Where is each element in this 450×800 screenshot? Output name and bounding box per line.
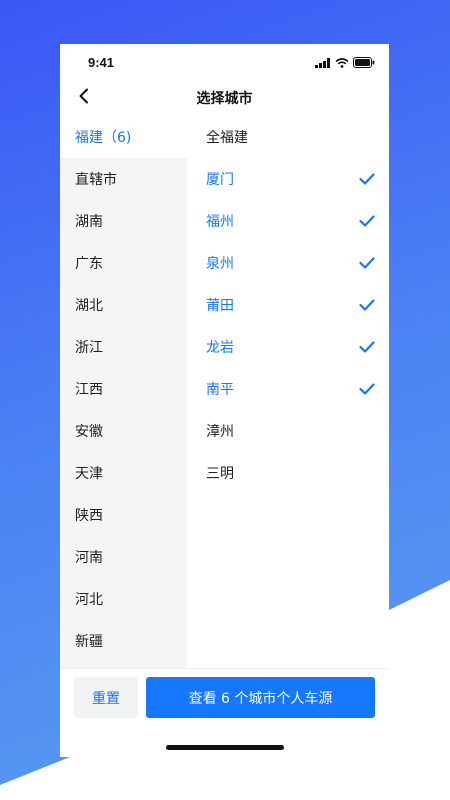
city-label: 漳州: [206, 424, 234, 440]
home-indicator: [166, 745, 284, 750]
city-label: 莆田: [206, 298, 234, 314]
back-button[interactable]: [72, 86, 96, 110]
check-icon: [359, 340, 377, 354]
city-label: 泉州: [206, 256, 234, 272]
status-time: 9:41: [88, 54, 115, 70]
province-label: 湖北: [75, 298, 103, 314]
province-item[interactable]: 陕西: [60, 494, 187, 536]
city-label: 福州: [206, 214, 234, 230]
status-icons: [315, 53, 375, 72]
chevron-left-icon: [78, 88, 90, 108]
city-label: 三明: [206, 466, 234, 482]
province-label: 新疆: [75, 634, 103, 650]
province-item[interactable]: 福建（6): [60, 116, 187, 158]
province-label: 陕西: [75, 508, 103, 524]
city-item[interactable]: 莆田: [187, 284, 389, 326]
cellular-signal-icon: [315, 53, 331, 72]
province-label: 河南: [75, 550, 103, 566]
city-label: 南平: [206, 382, 234, 398]
city-item[interactable]: 三明: [187, 452, 389, 494]
province-item[interactable]: 广东: [60, 242, 187, 284]
city-label: 龙岩: [206, 340, 234, 356]
nav-bar: 选择城市: [60, 80, 389, 116]
province-label: 直辖市: [75, 172, 117, 188]
check-icon: [359, 256, 377, 270]
province-label: 河北: [75, 592, 103, 608]
province-list: 福建（6) 直辖市湖南广东湖北浙江江西安徽天津陕西河南河北新疆: [60, 116, 187, 668]
province-item[interactable]: 新疆: [60, 620, 187, 662]
province-label: 福建（6): [75, 130, 132, 146]
view-cars-button[interactable]: 查看 6 个城市个人车源: [146, 677, 375, 718]
province-label: 天津: [75, 466, 103, 482]
city-item[interactable]: 南平: [187, 368, 389, 410]
phone-screen: 9:41 选择城市 福建（6) 直辖市 湖南 广东 湖北 浙江 江西 安徽 天津…: [60, 44, 389, 757]
city-list: 全福建厦门福州泉州莆田龙岩南平漳州三明: [187, 116, 389, 668]
city-item[interactable]: 福州: [187, 200, 389, 242]
province-item[interactable]: 河南: [60, 536, 187, 578]
city-item[interactable]: 全福建: [187, 116, 389, 158]
province-item[interactable]: 浙江: [60, 326, 187, 368]
province-label: 湖南: [75, 214, 103, 230]
city-item[interactable]: 厦门: [187, 158, 389, 200]
city-picker: 福建（6) 直辖市湖南广东湖北浙江江西安徽天津陕西河南河北新疆 全福建厦门福州泉州…: [60, 116, 389, 668]
city-label: 厦门: [206, 172, 234, 188]
province-label: 安徽: [75, 424, 103, 440]
province-item[interactable]: 江西: [60, 368, 187, 410]
city-item[interactable]: 泉州: [187, 242, 389, 284]
reset-button[interactable]: 重置: [74, 677, 138, 718]
check-icon: [359, 172, 377, 186]
check-icon: [359, 298, 377, 312]
footer-actions: 重置 查看 6 个城市个人车源: [60, 668, 389, 757]
province-item[interactable]: 湖南: [60, 200, 187, 242]
battery-icon: [353, 53, 375, 72]
province-item[interactable]: 直辖市: [60, 158, 187, 200]
city-label: 全福建: [206, 130, 248, 146]
province-label: 江西: [75, 382, 103, 398]
province-item[interactable]: 河北: [60, 578, 187, 620]
status-bar: 9:41: [60, 44, 389, 80]
province-item[interactable]: 湖北: [60, 284, 187, 326]
city-item[interactable]: 漳州: [187, 410, 389, 452]
province-item[interactable]: 安徽: [60, 410, 187, 452]
check-icon: [359, 382, 377, 396]
province-label: 浙江: [75, 340, 103, 356]
province-item[interactable]: 天津: [60, 452, 187, 494]
wifi-icon: [335, 53, 349, 72]
check-icon: [359, 214, 377, 228]
page-title: 选择城市: [196, 91, 253, 107]
city-item[interactable]: 龙岩: [187, 326, 389, 368]
province-label: 广东: [75, 256, 103, 272]
